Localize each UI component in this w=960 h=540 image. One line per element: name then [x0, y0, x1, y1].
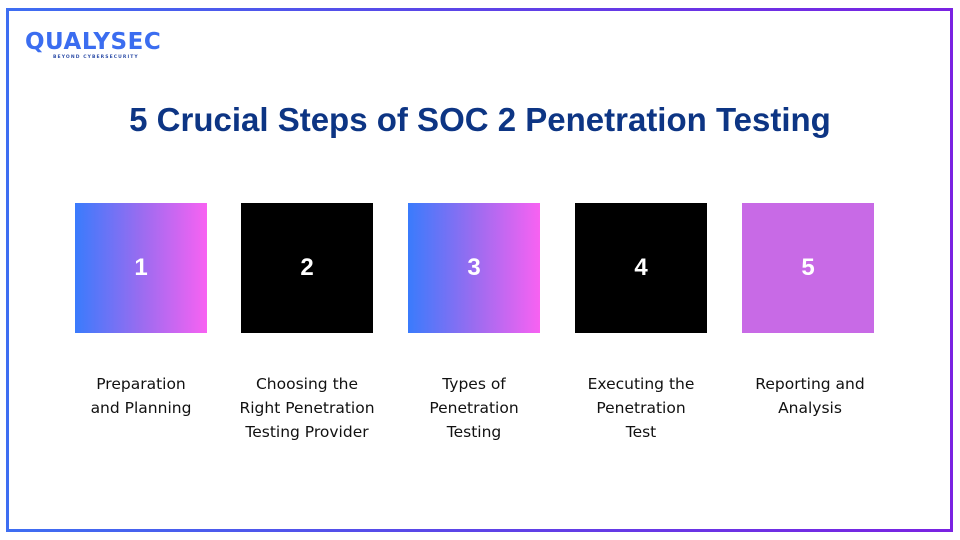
step-box-1: 1 [75, 203, 207, 333]
step-box-2: 2 [241, 203, 373, 333]
step-label-line: Choosing the [255, 375, 359, 393]
logo-tagline: BEYOND CYBERSECURITY [53, 55, 139, 60]
step-box-5: 5 [742, 203, 874, 333]
step-label-line: Analysis [778, 399, 842, 417]
step-label-line: Executing the [587, 375, 695, 393]
step-number-4: 4 [634, 254, 648, 281]
step-label-line: Reporting and [755, 375, 865, 393]
step-label-line: Test [625, 423, 657, 441]
step-label-4: Executing the Penetration Test [556, 372, 726, 444]
step-number-5: 5 [801, 254, 815, 281]
step-label-line: Testing Provider [245, 423, 369, 441]
qualysec-logo: QUALYSEC BEYOND CYBERSECURITY [25, 29, 170, 63]
step-label-line: Types of [442, 375, 506, 393]
step-box-3: 3 [408, 203, 540, 333]
step-box-4: 4 [575, 203, 707, 333]
step-number-3: 3 [467, 254, 481, 281]
step-label-line: and Planning [90, 399, 192, 417]
step-label-1: Preparation and Planning [56, 372, 226, 420]
step-number-1: 1 [134, 254, 148, 281]
logo-wordmark: QUALYSEC [25, 29, 162, 55]
step-label-line: Preparation [96, 375, 186, 393]
step-label-line: Penetration [596, 399, 686, 417]
step-label-2: Choosing the Right Penetration Testing P… [222, 372, 392, 444]
step-label-line: Testing [446, 423, 502, 441]
step-label-line: Penetration [429, 399, 519, 417]
step-label-3: Types of Penetration Testing [389, 372, 559, 444]
step-number-2: 2 [300, 254, 314, 281]
page-title: 5 Crucial Steps of SOC 2 Penetration Tes… [129, 101, 831, 138]
step-label-line: Right Penetration [239, 399, 375, 417]
step-label-5: Reporting and Analysis [725, 372, 895, 420]
